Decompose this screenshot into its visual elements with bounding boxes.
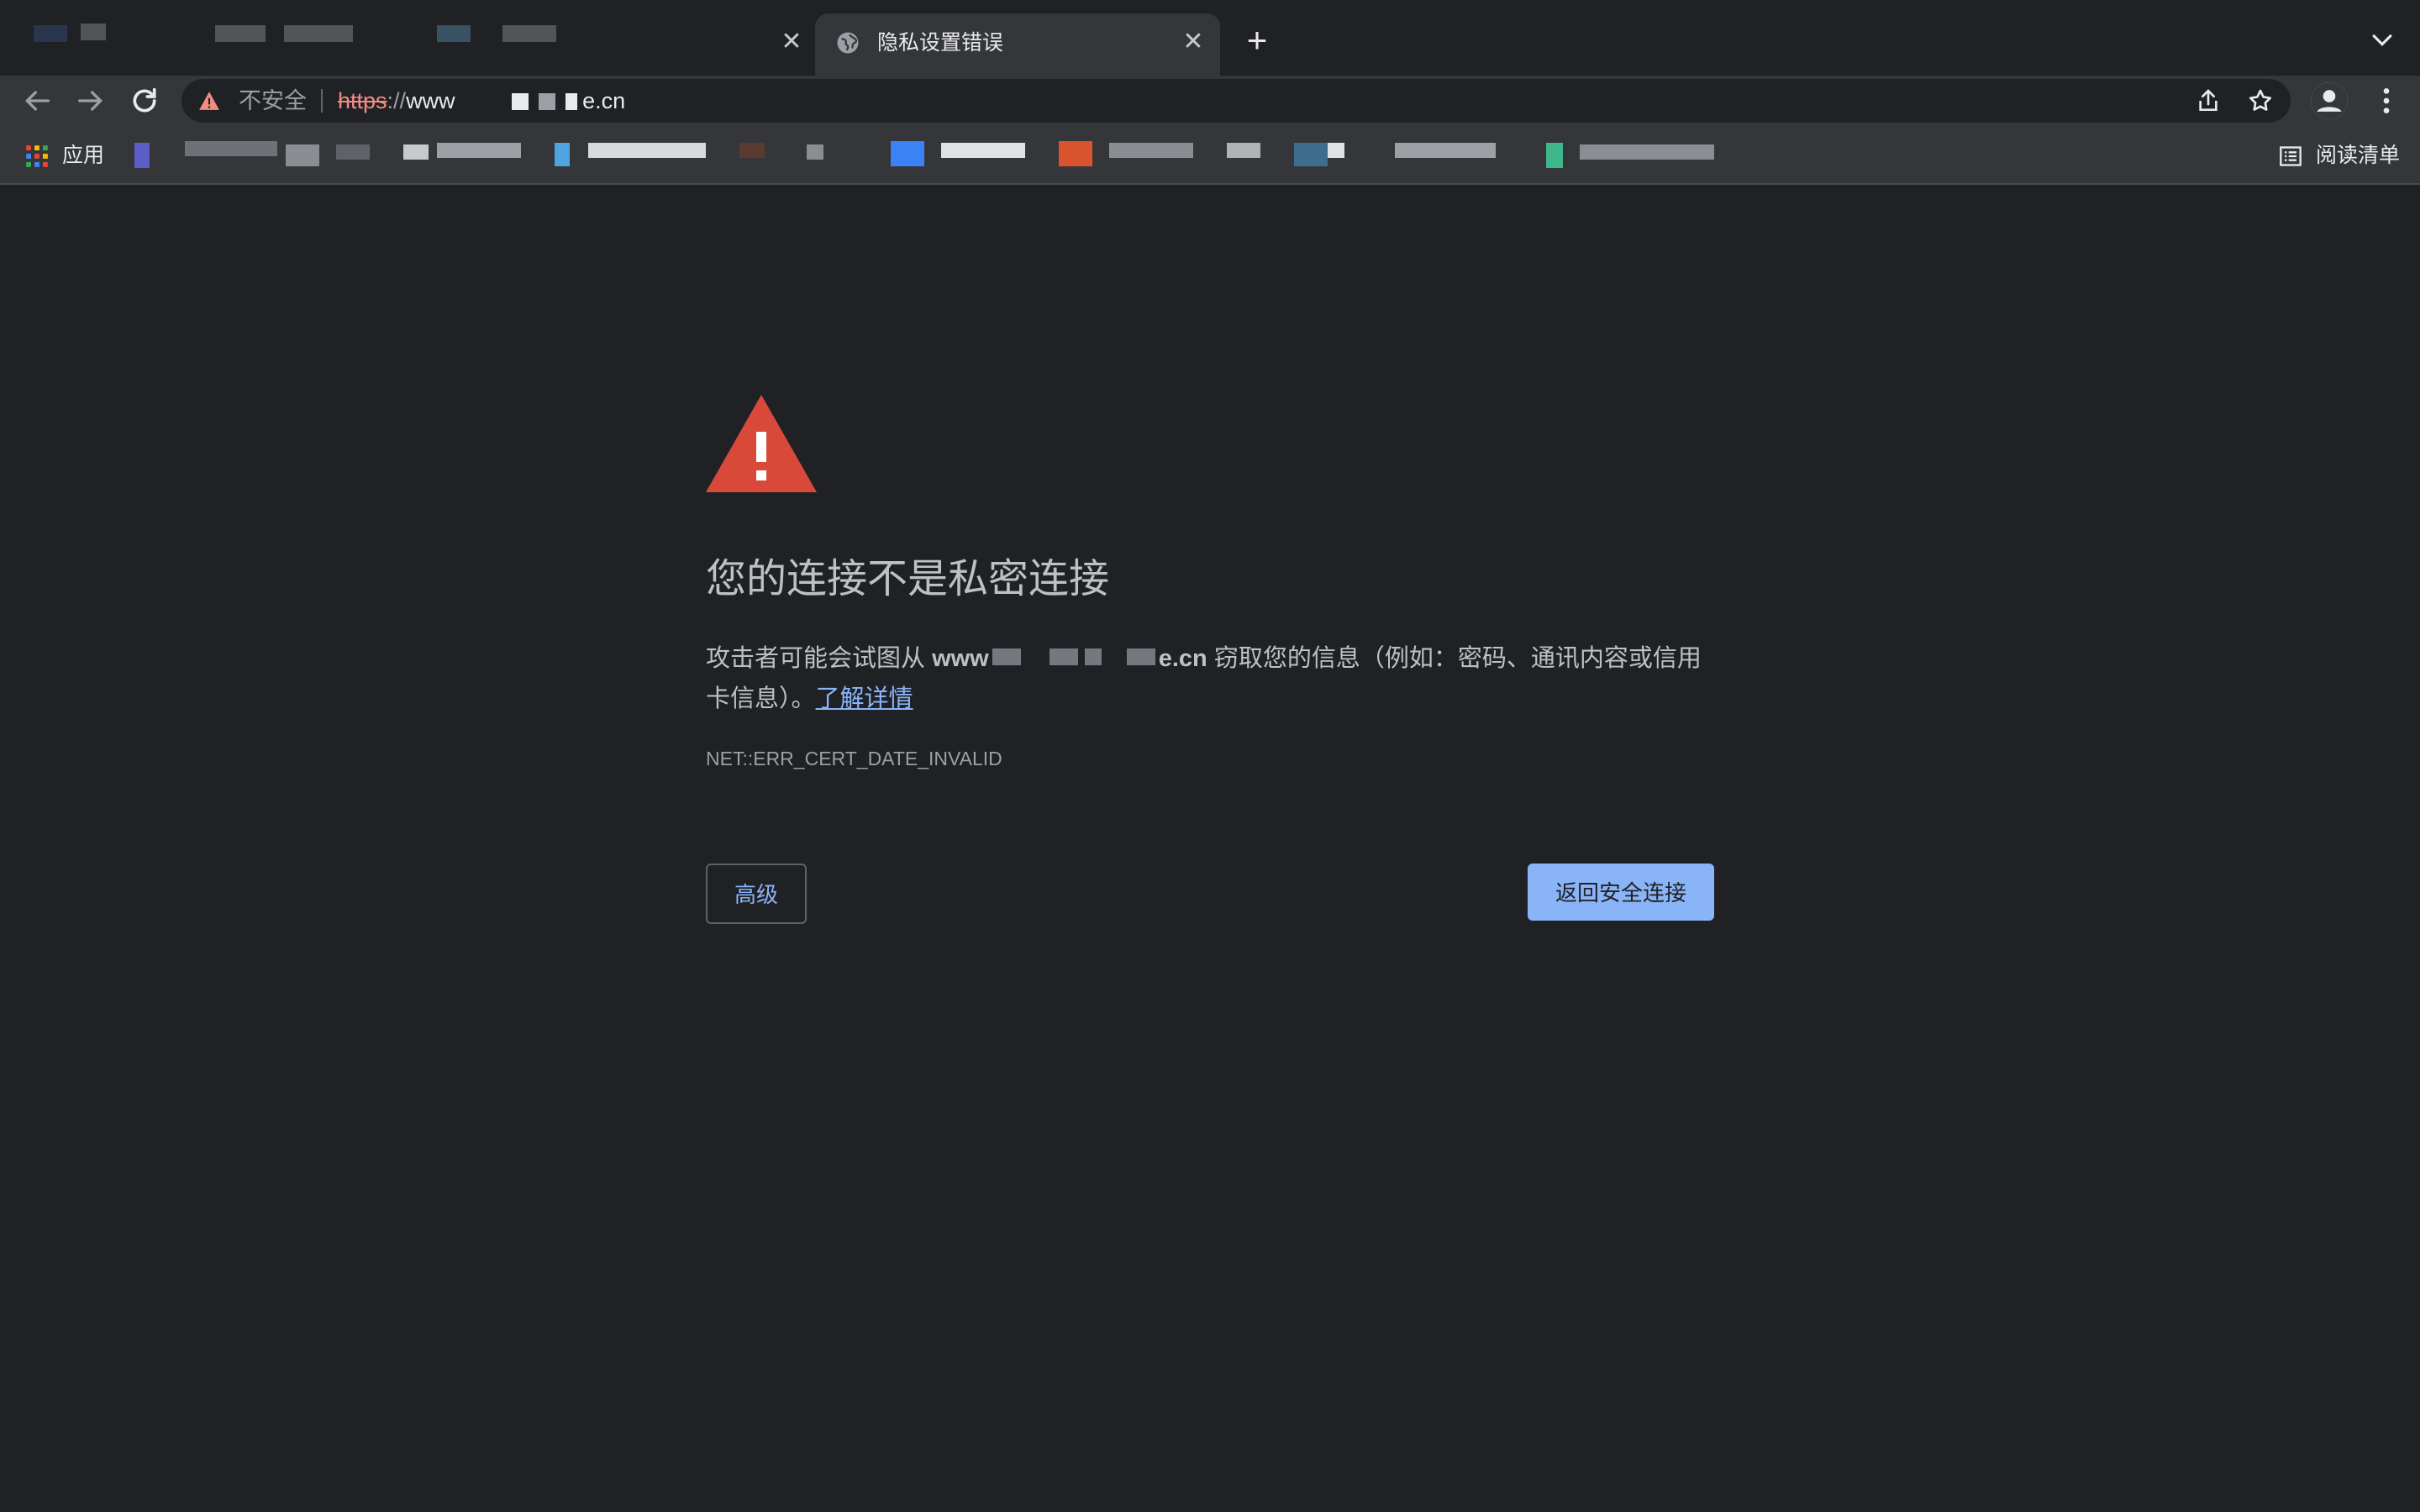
chevron-down-icon[interactable] — [2368, 25, 2396, 54]
profile-button[interactable] — [2311, 82, 2348, 119]
bookmark-item[interactable] — [1546, 143, 1563, 168]
tab-strip: ✕ 隐私设置错误 ✕ + — [0, 0, 2420, 76]
reading-list-button[interactable]: 阅读清单 — [2316, 141, 2400, 170]
advanced-button[interactable]: 高级 — [706, 864, 807, 924]
domain-redacted — [1126, 648, 1155, 665]
apps-grid-icon[interactable] — [25, 144, 49, 168]
tab-title-blurred — [215, 25, 266, 42]
site-domain: www e.cn — [932, 645, 1207, 672]
globe-icon — [837, 32, 859, 54]
domain-redacted — [1049, 648, 1078, 665]
share-icon[interactable] — [2195, 87, 2222, 114]
reload-icon[interactable] — [128, 84, 161, 118]
bookmark-item[interactable] — [1580, 144, 1714, 160]
bookmark-item[interactable] — [1227, 143, 1260, 158]
explanation-text: 攻击者可能会试图从 www e.cn 窃取您的信息（例如：密码、通讯内容或信用卡信… — [706, 638, 1714, 719]
bookmark-item[interactable] — [336, 144, 370, 160]
profile-icon — [2311, 82, 2348, 119]
bookmark-item[interactable] — [891, 141, 924, 166]
back-to-safety-button[interactable]: 返回安全连接 — [1528, 864, 1714, 921]
new-tab-button[interactable]: + — [1240, 23, 1274, 58]
bookmark-item[interactable] — [286, 144, 319, 166]
error-code: NET::ERR_CERT_DATE_INVALID — [706, 748, 1002, 769]
url-scheme: https — [338, 88, 387, 113]
url-redacted — [539, 93, 556, 110]
tab-inactive[interactable]: ✕ — [0, 13, 812, 76]
warning-icon[interactable] — [198, 91, 220, 111]
bookmark-item[interactable] — [739, 143, 765, 158]
bookmark-item[interactable] — [1059, 141, 1092, 166]
more-vert-icon[interactable] — [2370, 84, 2403, 118]
tab-title-blurred — [284, 25, 353, 42]
url-text[interactable]: https://www e.cn — [338, 87, 625, 115]
forward-arrow-icon[interactable] — [74, 84, 108, 118]
domain-redacted — [1084, 648, 1102, 665]
url-separator: :// — [387, 88, 407, 113]
not-secure-label[interactable]: 不安全 — [239, 87, 307, 115]
tab-title-blurred — [81, 24, 106, 40]
url-redacted — [512, 93, 529, 110]
reading-list-icon[interactable] — [2279, 144, 2302, 168]
bookmark-item[interactable] — [437, 143, 521, 158]
bookmark-item[interactable] — [941, 143, 1025, 158]
star-icon[interactable] — [2247, 87, 2274, 114]
bookmark-item[interactable] — [807, 144, 823, 160]
bookmark-item[interactable] — [185, 141, 277, 156]
url-redacted — [566, 93, 578, 110]
warning-icon — [706, 395, 817, 492]
page-title: 您的连接不是私密连接 — [706, 557, 1110, 601]
bookmark-item[interactable] — [555, 143, 570, 166]
tab-title-blurred — [437, 25, 471, 42]
site-domain-prefix: www — [932, 645, 989, 672]
bookmark-item[interactable] — [588, 143, 706, 158]
browser-toolbar: 不安全 https://www e.cn — [0, 76, 2420, 126]
bookmark-item[interactable] — [1294, 143, 1328, 166]
explanation-prefix: 攻击者可能会试图从 — [706, 645, 933, 672]
omnibox-divider — [321, 89, 323, 113]
back-arrow-icon[interactable] — [20, 84, 54, 118]
address-bar[interactable]: 不安全 https://www e.cn — [182, 79, 2291, 123]
tab-close-button[interactable]: ✕ — [778, 29, 805, 55]
tab-close-button[interactable]: ✕ — [1180, 29, 1207, 55]
url-host-suffix: e.cn — [582, 88, 626, 113]
tab-favicon-blurred — [34, 25, 67, 42]
learn-more-link[interactable]: 了解详情 — [816, 685, 913, 712]
tab-title: 隐私设置错误 — [877, 31, 1004, 55]
bookmark-item[interactable] — [1109, 143, 1193, 158]
bookmark-item[interactable] — [134, 143, 150, 168]
url-host-prefix: www — [406, 88, 455, 113]
tab-title-blurred — [502, 25, 556, 42]
bookmark-item[interactable] — [1395, 143, 1496, 158]
tab-active[interactable]: 隐私设置错误 ✕ — [815, 13, 1220, 76]
bookmarks-bar: 应用 阅读清单 — [0, 126, 2420, 185]
apps-shortcut[interactable]: 应用 — [62, 141, 104, 170]
site-domain-suffix: e.cn — [1158, 645, 1207, 672]
bookmark-item[interactable] — [1328, 143, 1344, 158]
bookmark-item[interactable] — [403, 144, 429, 160]
domain-redacted — [992, 648, 1021, 665]
